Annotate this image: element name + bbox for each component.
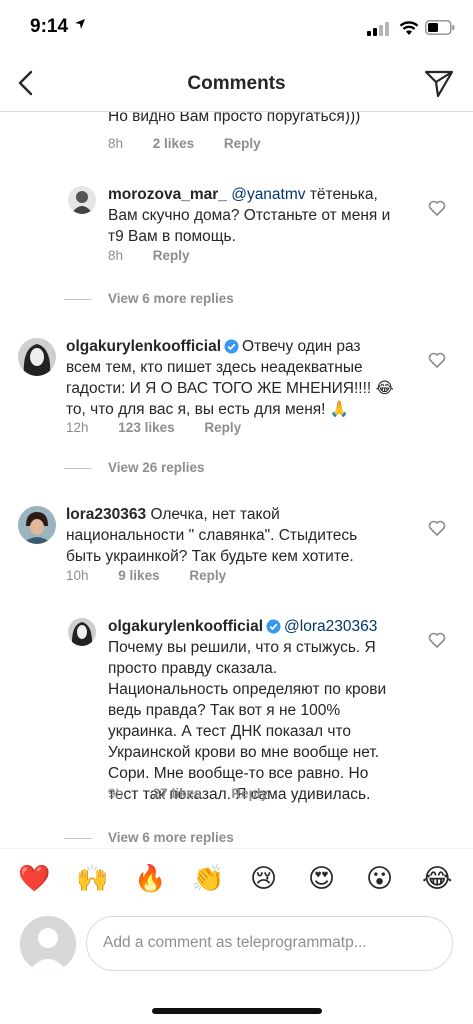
emoji-crying-face[interactable]: 😢	[250, 863, 277, 893]
comment-text: lora230363 Олечка, нет такой национально…	[66, 506, 358, 565]
emoji-surprised-face[interactable]: 😮	[366, 863, 393, 893]
reply-button[interactable]: Reply	[204, 420, 241, 435]
cellular-signal-icon	[367, 22, 389, 36]
page-title: Comments	[187, 73, 286, 94]
direct-send-icon[interactable]	[423, 68, 455, 98]
location-arrow-icon	[75, 19, 85, 29]
comment-username[interactable]: olgakurylenkoofficial	[108, 618, 263, 635]
emoji-clapping-hands[interactable]: 👏	[192, 863, 224, 893]
avatar[interactable]	[18, 338, 56, 376]
emoji-tears-of-joy[interactable]: 😂	[422, 863, 452, 893]
comment-text: olgakurylenkoofficial Отвечу один раз все…	[66, 338, 394, 418]
divider-line	[64, 467, 92, 469]
comment-composer: Add a comment as teleprogrammatp...	[0, 908, 473, 978]
comment-time: 8h	[108, 136, 124, 151]
comment-time: 8h	[108, 248, 124, 263]
comment-likes[interactable]: 9 likes	[118, 568, 159, 583]
comment-meta: 12h 123 likes Reply	[66, 420, 267, 435]
reply-button[interactable]: Reply	[231, 786, 268, 801]
verified-badge-icon	[224, 339, 239, 354]
divider-line	[64, 298, 92, 300]
home-indicator[interactable]	[152, 1008, 322, 1014]
comment-input-placeholder: Add a comment as teleprogrammatp...	[103, 934, 367, 951]
comment-text: morozova_mar_ @yanatmv тётенька, Вам ску…	[108, 186, 391, 245]
comment-time: 10h	[66, 568, 89, 583]
like-heart-icon[interactable]	[428, 632, 446, 648]
battery-icon	[425, 20, 455, 35]
comment-likes[interactable]: 123 likes	[118, 420, 174, 435]
quick-reactions-bar: ❤️ 🙌 🔥 👏 😢 😍 😮 😂	[0, 848, 473, 908]
comment-likes[interactable]: 2 likes	[153, 136, 194, 151]
reply-button[interactable]: Reply	[153, 248, 190, 263]
avatar[interactable]	[68, 618, 96, 646]
verified-badge-icon	[266, 619, 281, 634]
comment-username[interactable]: lora230363	[66, 506, 146, 523]
emoji-red-heart[interactable]: ❤️	[18, 863, 50, 893]
view-replies-link[interactable]: View 6 more replies	[64, 291, 234, 306]
comment-meta: 8h 2 likes Reply	[108, 136, 287, 151]
current-user-avatar	[20, 916, 76, 972]
avatar[interactable]	[18, 506, 56, 544]
reply-button[interactable]: Reply	[189, 568, 226, 583]
comment-username[interactable]: morozova_mar_	[108, 186, 227, 203]
comment-mention[interactable]: @yanatmv	[231, 186, 305, 203]
status-time: 9:14	[30, 16, 69, 37]
comment-time: 12h	[66, 420, 89, 435]
view-replies-link[interactable]: View 26 replies	[64, 460, 205, 475]
status-bar: 9:14	[0, 0, 473, 56]
avatar[interactable]	[68, 186, 96, 214]
divider-line	[64, 837, 92, 839]
comment-text: olgakurylenkoofficial @lora230363 Почему …	[108, 618, 387, 803]
emoji-fire[interactable]: 🔥	[134, 863, 166, 893]
comment-meta: 9h 27 likes Reply	[108, 786, 294, 801]
comments-list[interactable]: Но видно Вам просто поругаться))) 8h 2 l…	[0, 112, 473, 848]
comment-meta: 10h 9 likes Reply	[66, 568, 252, 583]
view-replies-link[interactable]: View 6 more replies	[64, 830, 234, 845]
comment-input[interactable]: Add a comment as teleprogrammatp...	[86, 916, 453, 971]
emoji-heart-eyes[interactable]: 😍	[308, 863, 335, 893]
comment-time: 9h	[108, 786, 124, 801]
comment-meta: 8h Reply	[108, 248, 216, 263]
like-heart-icon[interactable]	[428, 520, 446, 536]
emoji-raising-hands[interactable]: 🙌	[76, 863, 108, 893]
like-heart-icon[interactable]	[428, 352, 446, 368]
like-heart-icon[interactable]	[428, 200, 446, 216]
comment-mention[interactable]: @lora230363	[284, 618, 377, 635]
comment-likes[interactable]: 27 likes	[153, 786, 202, 801]
comment-text: Но видно Вам просто поругаться)))	[108, 112, 361, 125]
header: Comments	[0, 56, 473, 112]
wifi-icon	[399, 21, 419, 35]
reply-button[interactable]: Reply	[224, 136, 261, 151]
comment-username[interactable]: olgakurylenkoofficial	[66, 338, 221, 355]
